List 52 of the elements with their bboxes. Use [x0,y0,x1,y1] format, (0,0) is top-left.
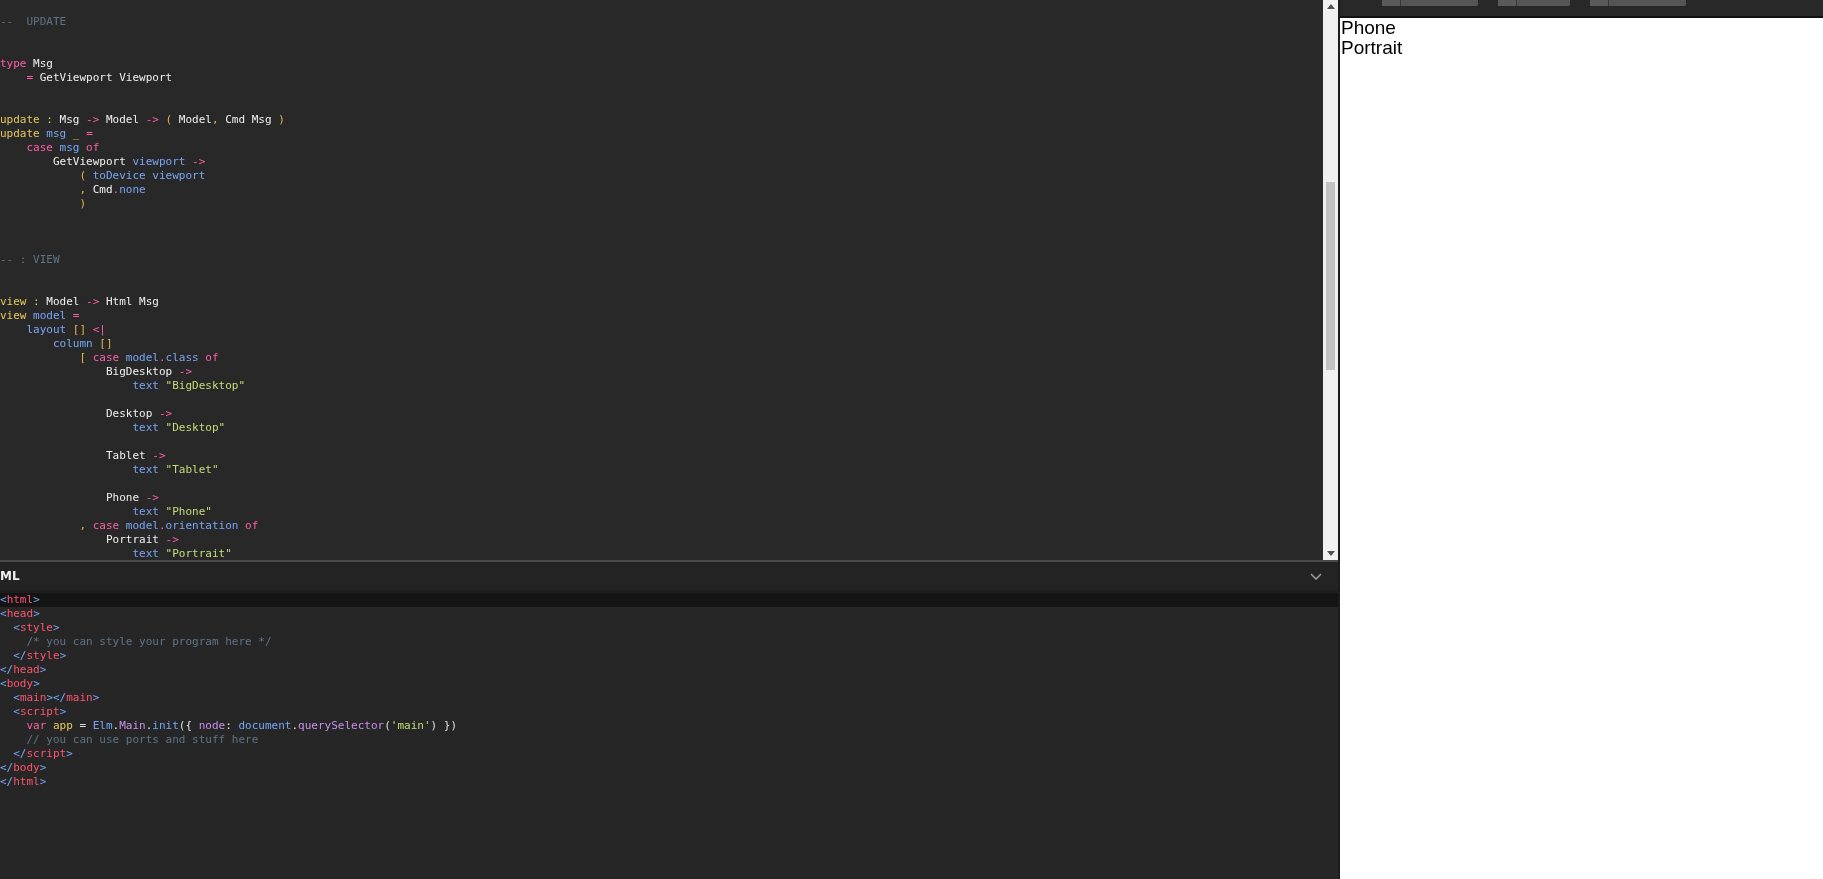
scroll-up-icon[interactable] [1326,4,1335,9]
code-line: </script> [12,747,73,760]
code-line: <style> [12,621,60,634]
scrollbar-thumb[interactable] [1326,182,1335,370]
code-line: ( toDevice viewport [78,169,206,182]
output-text: Portrait [1341,38,1403,58]
code-line: Phone -> [104,491,159,504]
code-line: view : Model -> Html Msg [0,295,159,308]
code-line: BigDesktop -> [104,365,193,378]
code-line: , case model.orientation of [78,519,259,532]
scroll-down-icon[interactable] [1326,551,1335,556]
code-line: text "BigDesktop" [131,379,246,392]
code-line: <main></main> [12,691,100,704]
scrollbar[interactable] [1323,0,1338,560]
code-line: Portrait -> [104,533,179,546]
panel-title: ML [0,569,20,583]
code-line: /* you can style your program here */ [25,635,272,648]
code-line: </style> [12,649,67,662]
code-line: <body> [0,677,40,690]
code-line: Tablet -> [104,449,166,462]
code-line: type Msg [0,57,53,70]
code-line: = GetViewport Viewport [25,71,173,84]
code-line: GetViewport viewport -> [51,155,206,168]
code-line: text "Tablet" [131,463,219,476]
code-line: , Cmd.none [78,183,146,196]
output-text: Phone [1341,18,1396,38]
code-line: -- UPDATE [0,15,67,28]
code-line: column [] [51,337,113,350]
code-line: <head> [0,607,40,620]
code-line: Desktop -> [104,407,173,420]
code-line: text "Desktop" [131,421,226,434]
code-line: </body> [0,761,47,774]
code-line: <html> [0,593,40,606]
code-line: <script> [12,705,67,718]
code-line: text "Phone" [131,505,212,518]
toolbar-button[interactable] [1590,0,1686,6]
code-line: update : Msg -> Model -> ( Model, Cmd Msg ) [0,113,285,126]
code-line: var app = Elm.Main.init({ node: document.querySelector('main') }) [25,719,458,732]
code-line: // you can use ports and stuff here [25,733,259,746]
code-line: ) [78,197,87,210]
code-line: text "Portrait" [131,547,232,560]
toolbar-button[interactable] [1498,0,1570,6]
code-line: case msg of [25,141,100,154]
code-line: layout [] <| [25,323,106,336]
code-line: </html> [0,775,47,788]
code-line: view model = [0,309,80,322]
toolbar-button[interactable] [1382,0,1478,6]
collapse-chevron-icon[interactable] [1310,572,1322,580]
code-line: -- : VIEW [0,253,60,266]
code-line: </head> [0,663,47,676]
code-line: [ case model.class of [78,351,219,364]
code-line: update msg _ = [0,127,93,140]
